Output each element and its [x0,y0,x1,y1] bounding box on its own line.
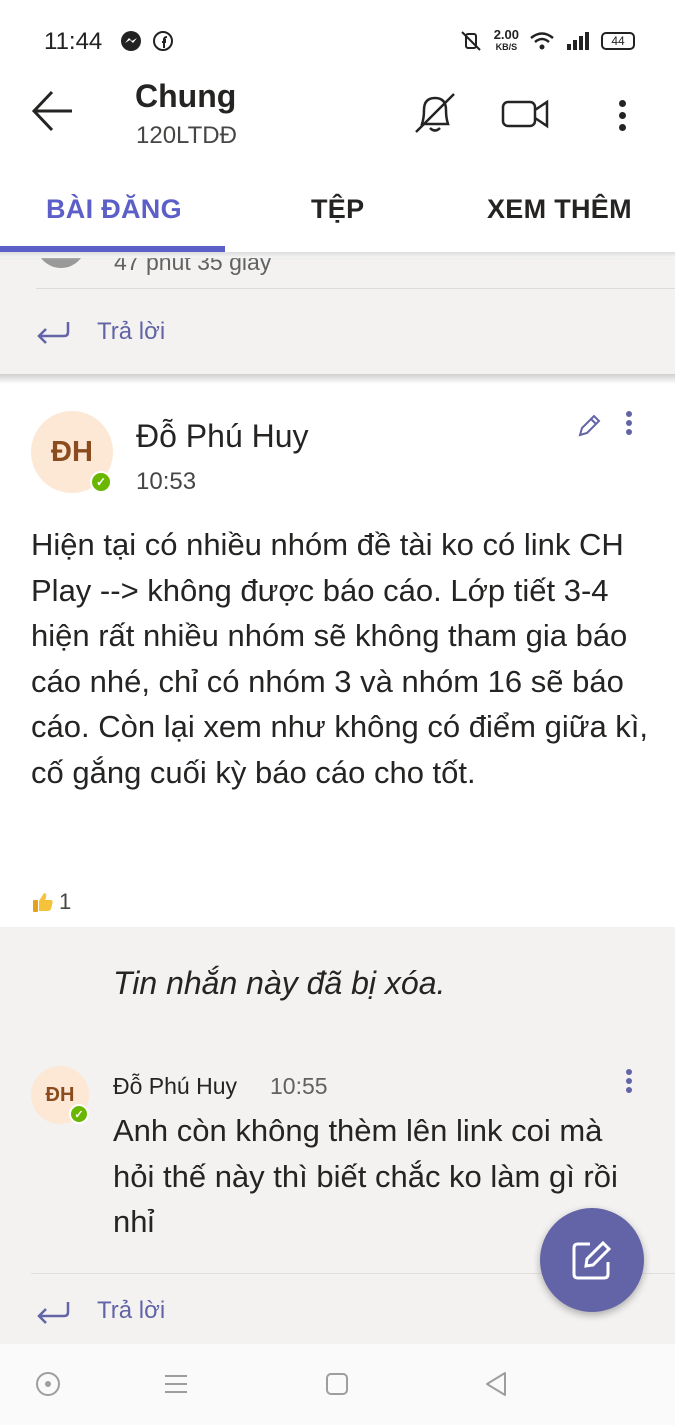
reply-icon[interactable] [36,320,70,344]
post-author: Đỗ Phú Huy [136,418,309,454]
like-reaction[interactable]: 1 [31,889,71,915]
deleted-message-notice: Tin nhắn này đã bị xóa. [113,965,446,1001]
reply-timestamp: 10:55 [270,1073,328,1099]
reply-icon[interactable] [36,1300,70,1324]
compose-button[interactable] [540,1208,644,1312]
pencil-icon[interactable] [576,413,602,439]
header-shadow [0,252,675,260]
home-icon[interactable] [321,1368,353,1400]
divider [36,288,675,289]
thumbs-up-icon [33,893,53,912]
vibrate-mute-icon [460,31,481,51]
previous-thread: 47 phút 35 giây Trả lời [0,258,675,374]
presence-available-icon: ✓ [69,1104,89,1124]
messenger-icon [121,31,141,51]
status-right: 2.00 KB/S 44 [458,26,635,56]
team-name: 120LTDĐ [136,122,237,149]
battery-indicator: 44 [601,32,635,50]
assistant-icon[interactable] [32,1368,64,1400]
more-options-icon[interactable] [612,95,632,136]
reply-author: Đỗ Phú Huy [113,1073,238,1099]
video-call-icon[interactable] [500,88,550,138]
back-arrow-icon[interactable] [30,88,76,134]
post-more-icon[interactable] [620,408,638,438]
facebook-icon [153,31,173,51]
wifi-icon [530,32,554,50]
menu-icon[interactable] [160,1368,192,1400]
status-time: 11:44 [44,28,103,55]
tab-posts[interactable]: BÀI ĐĂNG [46,194,182,225]
post-timestamp: 10:53 [136,468,197,495]
channel-title: Chung [135,78,237,114]
reply-button[interactable]: Trả lời [97,318,165,346]
previous-message-text: 47 phút 35 giây [114,258,272,275]
signal-icon [567,32,589,50]
like-count: 1 [59,889,72,914]
back-nav-icon[interactable] [481,1368,513,1400]
tab-more[interactable]: XEM THÊM [487,194,632,225]
bell-off-icon[interactable] [410,88,460,138]
presence-available-icon: ✓ [90,471,112,493]
compose-icon [572,1240,612,1280]
reply-more-icon[interactable] [620,1066,638,1096]
status-bar: 11:44 2.00 KB/S 44 [0,0,675,70]
reply-button[interactable]: Trả lời [97,1297,165,1325]
divider [0,374,675,384]
post-body: Hiện tại có nhiều nhóm đề tài ko có link… [31,527,649,790]
tab-files[interactable]: TỆP [311,194,364,225]
network-speed: 2.00 KB/S [493,27,519,52]
